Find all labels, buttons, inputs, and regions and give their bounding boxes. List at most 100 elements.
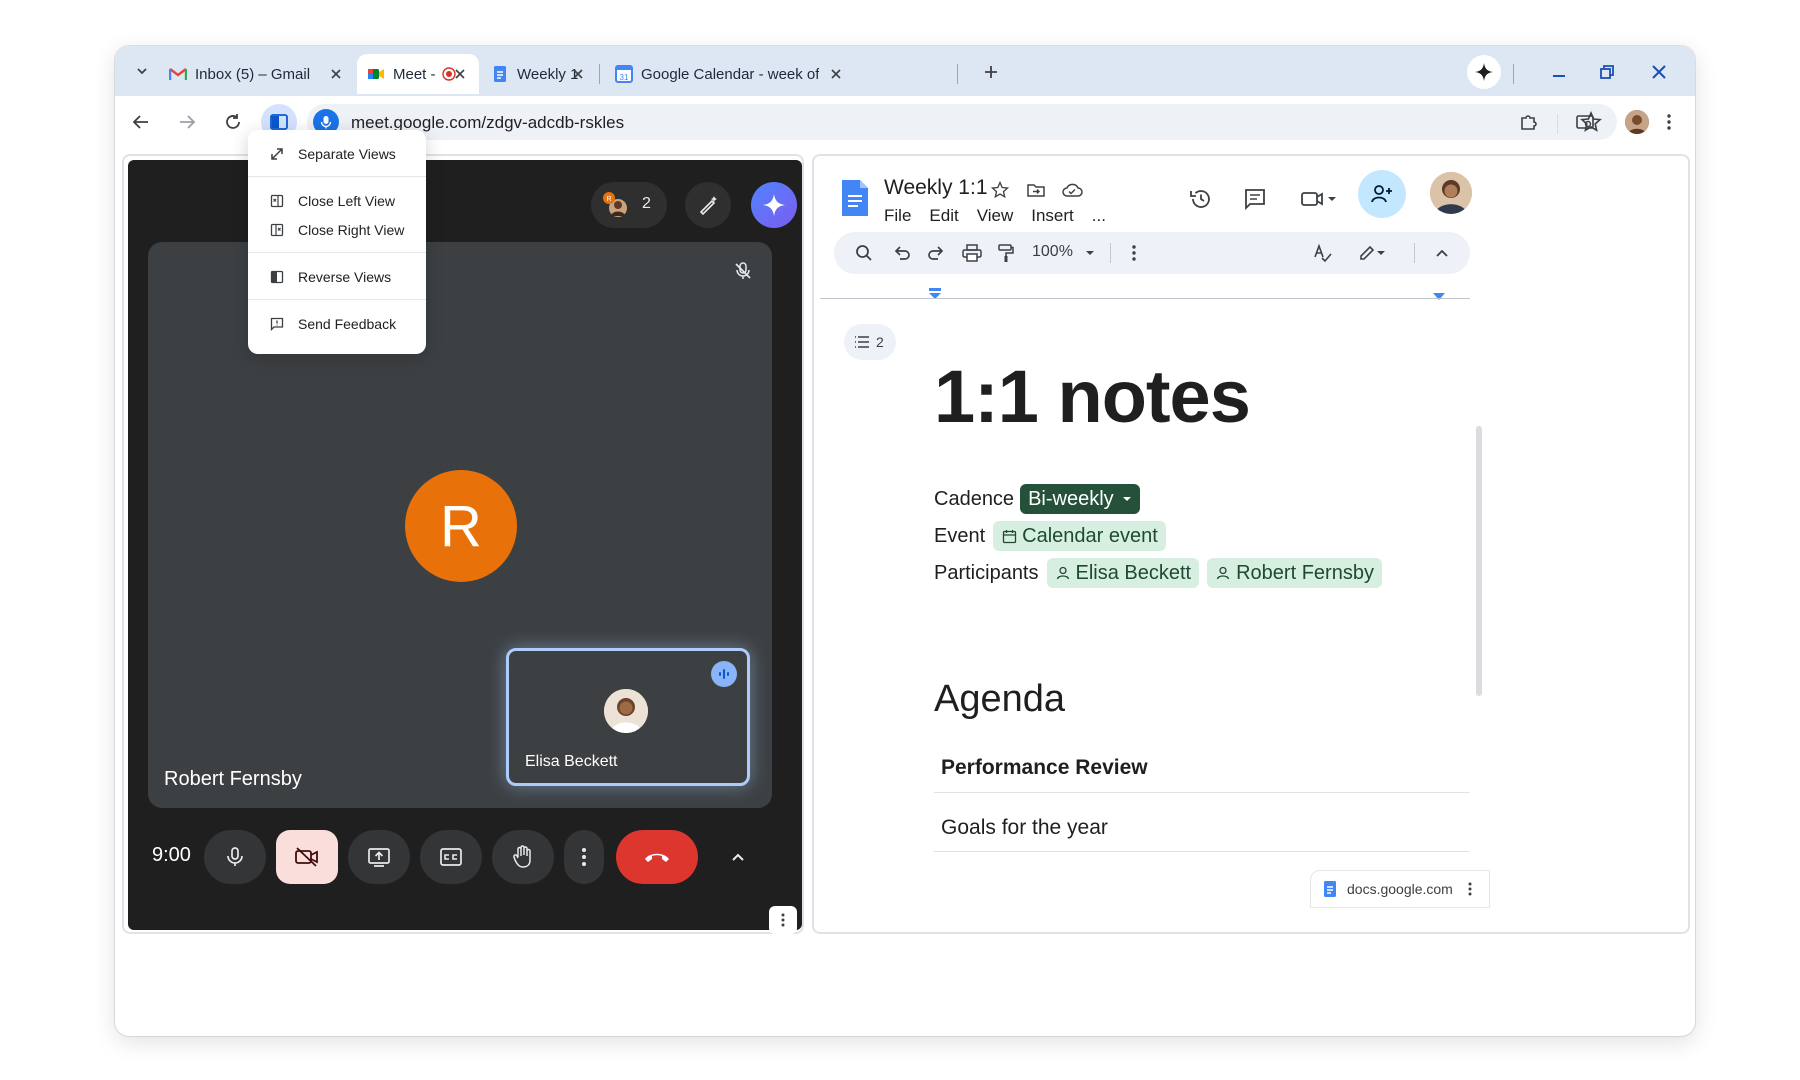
screen-search-icon: [1576, 115, 1594, 129]
tab-meet[interactable]: Meet -: [357, 54, 479, 94]
redo-button[interactable]: [924, 241, 948, 265]
meeting-time: 9:00: [152, 844, 191, 866]
person-photo-icon: [604, 689, 648, 733]
close-icon[interactable]: [327, 65, 345, 83]
version-history-button[interactable]: [1184, 182, 1218, 216]
document-heading: 1:1 notes: [934, 355, 1251, 438]
agenda-heading: Agenda: [934, 678, 1066, 720]
minimize-button[interactable]: [1545, 58, 1573, 86]
leave-call-button[interactable]: [616, 830, 698, 884]
print-button[interactable]: [960, 241, 984, 265]
present-screen-icon: [368, 848, 390, 867]
gemini-meet-button[interactable]: [751, 182, 797, 228]
person-chip[interactable]: Elisa Beckett: [1046, 558, 1200, 588]
close-icon[interactable]: [827, 65, 845, 83]
paint-roller-icon: [998, 244, 1014, 262]
menu-item-separate-views[interactable]: Separate Views: [248, 140, 426, 168]
microphone-button[interactable]: [204, 830, 266, 884]
zoom-dropdown-button[interactable]: [1078, 241, 1102, 265]
hide-menus-button[interactable]: [1430, 241, 1454, 265]
document-title[interactable]: Weekly 1:1: [884, 176, 988, 200]
browser-menu-button[interactable]: [1655, 108, 1683, 136]
dropdown-arrow-icon: [1122, 497, 1131, 501]
right-margin-marker-icon[interactable]: [1432, 292, 1446, 302]
menu-more[interactable]: ...: [1092, 206, 1106, 226]
present-screen-button[interactable]: [348, 830, 410, 884]
star-document-button[interactable]: [988, 178, 1012, 202]
effects-button[interactable]: [685, 182, 731, 228]
gemini-button[interactable]: [1467, 55, 1501, 89]
tab-docs[interactable]: Weekly 1: [481, 54, 597, 94]
document-scrollbar[interactable]: [1476, 426, 1482, 696]
menu-item-label: Separate Views: [298, 146, 396, 162]
camera-off-icon: [295, 847, 318, 867]
editing-mode-button[interactable]: [1352, 241, 1392, 265]
origin-chip[interactable]: docs.google.com: [1310, 870, 1490, 908]
toolbar-separator: [1414, 243, 1415, 263]
reload-button[interactable]: [219, 108, 247, 136]
cloud-status-button[interactable]: [1060, 178, 1084, 202]
tab-search-button[interactable]: [127, 56, 157, 86]
undo-button[interactable]: [890, 241, 914, 265]
expand-icon: [268, 145, 286, 163]
meet-call-button[interactable]: [1294, 182, 1344, 216]
forward-button[interactable]: [173, 108, 201, 136]
outline-button[interactable]: 2: [844, 324, 896, 360]
add-person-icon: [1371, 185, 1392, 203]
share-button[interactable]: [1358, 170, 1406, 218]
search-menus-button[interactable]: [852, 241, 876, 265]
profile-avatar[interactable]: [1625, 110, 1649, 134]
menu-item-close-left-view[interactable]: Close Left View: [248, 187, 426, 215]
docs-logo-icon: [842, 180, 868, 216]
tab-search-toolbar-button[interactable]: [1571, 108, 1599, 136]
close-left-view-icon: [268, 192, 286, 210]
tab-calendar[interactable]: 31 Google Calendar - week of: [605, 54, 855, 94]
expand-controls-button[interactable]: [718, 830, 758, 884]
person-chip[interactable]: Robert Fernsby: [1207, 558, 1382, 588]
menu-item-send-feedback[interactable]: Send Feedback: [248, 310, 426, 338]
camera-off-button[interactable]: [276, 830, 338, 884]
menu-file[interactable]: File: [884, 206, 911, 226]
move-document-button[interactable]: [1024, 178, 1048, 202]
restore-button[interactable]: [1593, 58, 1621, 86]
participants-button[interactable]: R 2: [591, 182, 667, 228]
close-window-button[interactable]: [1645, 58, 1673, 86]
close-icon[interactable]: [451, 65, 469, 83]
browser-window: Inbox (5) – Gmail Meet - Weekly 1 31 Goo…: [115, 46, 1695, 1036]
comments-button[interactable]: [1238, 182, 1272, 216]
extensions-button[interactable]: [1515, 108, 1543, 136]
self-view-tile[interactable]: Elisa Beckett: [506, 648, 750, 786]
close-icon[interactable]: [569, 65, 587, 83]
spelling-check-button[interactable]: [1310, 241, 1334, 265]
document-body[interactable]: 2 1:1 notes Cadence Bi-weekly Event Cale…: [814, 306, 1688, 932]
menu-edit[interactable]: Edit: [929, 206, 958, 226]
captions-button[interactable]: [420, 830, 482, 884]
puzzle-icon: [1521, 115, 1537, 130]
star-icon: [990, 180, 1010, 199]
back-button[interactable]: [127, 108, 155, 136]
close-right-view-icon: [268, 221, 286, 239]
more-options-button[interactable]: [564, 830, 604, 884]
call-controls-bar: 9:00: [128, 816, 802, 898]
calendar-icon: 31: [615, 65, 633, 83]
menu-view[interactable]: View: [977, 206, 1014, 226]
account-avatar[interactable]: [1430, 172, 1472, 214]
property-label: Cadence: [934, 487, 1015, 510]
zoom-select[interactable]: 100%: [1032, 243, 1073, 261]
event-chip[interactable]: Calendar event: [993, 521, 1166, 551]
menu-item-reverse-views[interactable]: Reverse Views: [248, 263, 426, 291]
meet-view: R 2 R Robert Fernsby Elisa Beckett 9:00: [128, 160, 802, 930]
paint-format-button[interactable]: [994, 241, 1018, 265]
raise-hand-button[interactable]: [492, 830, 554, 884]
tab-gmail[interactable]: Inbox (5) – Gmail: [159, 54, 355, 94]
more-vert-icon[interactable]: [1467, 881, 1473, 897]
new-tab-button[interactable]: [977, 58, 1005, 86]
gemini-sparkle-icon: [1475, 63, 1493, 81]
menu-item-close-right-view[interactable]: Close Right View: [248, 216, 426, 244]
split-view-handle[interactable]: [769, 906, 797, 934]
dropdown-arrow-icon: [1328, 197, 1336, 201]
more-tools-button[interactable]: [1122, 241, 1146, 265]
address-bar[interactable]: meet.google.com/zdgv-adcdb-rskles: [307, 104, 1617, 140]
menu-insert[interactable]: Insert: [1031, 206, 1074, 226]
cadence-dropdown-chip[interactable]: Bi-weekly: [1020, 484, 1140, 514]
